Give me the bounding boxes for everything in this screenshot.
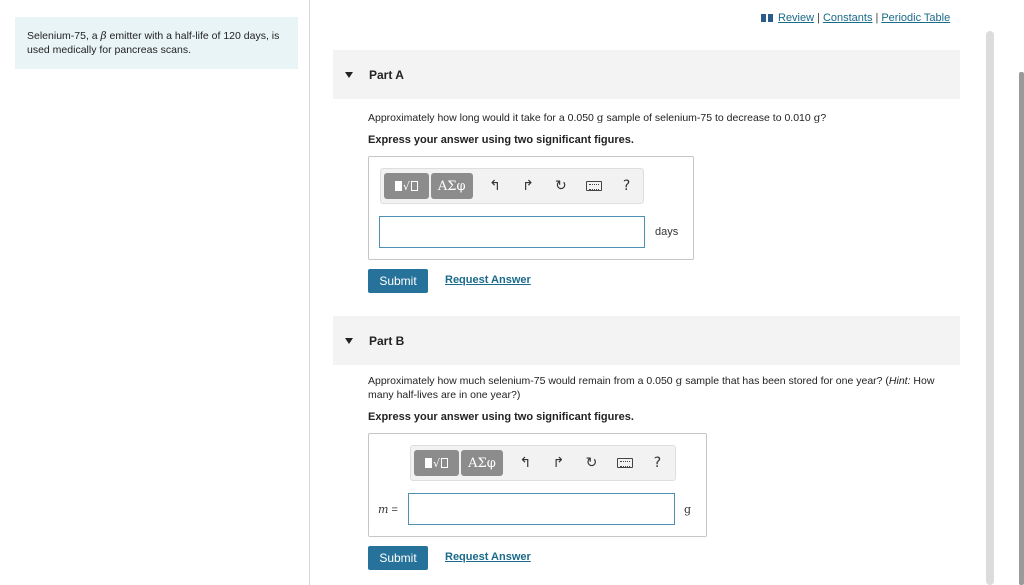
- intro-text-start: Selenium-75, a: [27, 30, 101, 42]
- variable-m: m: [378, 503, 389, 516]
- part-b-unit: g: [684, 503, 692, 516]
- review-link[interactable]: Review: [778, 12, 814, 24]
- part-a-question: Approximately how long would it take for…: [368, 111, 826, 125]
- content-scrollbar[interactable]: [986, 31, 994, 585]
- collapse-triangle-icon[interactable]: [345, 337, 353, 344]
- book-icon: [761, 14, 773, 22]
- templates-icon[interactable]: √: [414, 450, 459, 476]
- part-b-title: Part B: [369, 333, 405, 348]
- periodic-table-link[interactable]: Periodic Table: [881, 12, 950, 24]
- question-text: sample of selenium-75 to decrease to 0.0…: [603, 112, 814, 124]
- part-b-question: Approximately how much selenium-75 would…: [368, 374, 960, 402]
- part-b-answer-input[interactable]: [408, 493, 675, 525]
- greek-symbols-button[interactable]: ΑΣφ: [461, 450, 503, 476]
- help-icon[interactable]: ?: [641, 450, 674, 476]
- part-a-instruction: Express your answer using two significan…: [368, 134, 634, 146]
- gram-unit: g: [596, 112, 604, 124]
- part-a-answer-input[interactable]: [379, 216, 645, 248]
- templates-icon[interactable]: √: [384, 173, 429, 199]
- redo-icon[interactable]: ↱: [542, 450, 575, 476]
- part-b-instruction: Express your answer using two significan…: [368, 411, 634, 423]
- question-text: Approximately how much selenium-75 would…: [368, 375, 676, 387]
- part-a-request-answer-link[interactable]: Request Answer: [445, 274, 531, 286]
- question-text: Approximately how long would it take for…: [368, 112, 597, 124]
- help-icon[interactable]: ?: [610, 173, 643, 199]
- greek-symbols-button[interactable]: ΑΣφ: [430, 173, 473, 199]
- hint-label: Hint:: [888, 375, 911, 387]
- problem-intro-panel: Selenium-75, a β emitter with a half-lif…: [0, 0, 310, 585]
- undo-icon[interactable]: ↰: [479, 173, 512, 199]
- constants-link[interactable]: Constants: [823, 12, 873, 24]
- part-a-submit-button[interactable]: Submit: [368, 269, 428, 293]
- keyboard-icon[interactable]: [577, 173, 610, 199]
- link-separator: |: [875, 12, 879, 24]
- redo-icon[interactable]: ↱: [512, 173, 545, 199]
- part-a-unit: days: [655, 226, 679, 238]
- part-a-title: Part A: [369, 67, 404, 82]
- part-b-math-toolbar: √ ΑΣφ ↰ ↱ ↻ ?: [410, 445, 676, 481]
- problem-intro-box: Selenium-75, a β emitter with a half-lif…: [15, 17, 298, 69]
- question-text: sample that has been stored for one year…: [682, 375, 889, 387]
- undo-icon[interactable]: ↰: [509, 450, 542, 476]
- collapse-triangle-icon[interactable]: [345, 71, 353, 78]
- page-scrollbar[interactable]: [1019, 72, 1024, 585]
- reset-icon[interactable]: ↻: [544, 173, 577, 199]
- keyboard-icon[interactable]: [608, 450, 641, 476]
- equals-sign: =: [388, 504, 398, 516]
- question-text: ?: [820, 112, 827, 124]
- reset-icon[interactable]: ↻: [575, 450, 608, 476]
- resource-links: Review | Constants | Periodic Table: [761, 12, 950, 24]
- part-a-header[interactable]: Part A: [333, 50, 960, 99]
- part-b-submit-button[interactable]: Submit: [368, 546, 428, 570]
- part-b-variable-label: m =: [378, 503, 398, 516]
- link-separator: |: [817, 12, 820, 24]
- part-b-request-answer-link[interactable]: Request Answer: [445, 551, 531, 563]
- part-a-math-toolbar: √ ΑΣφ ↰ ↱ ↻ ?: [380, 168, 644, 204]
- part-b-header[interactable]: Part B: [333, 316, 960, 365]
